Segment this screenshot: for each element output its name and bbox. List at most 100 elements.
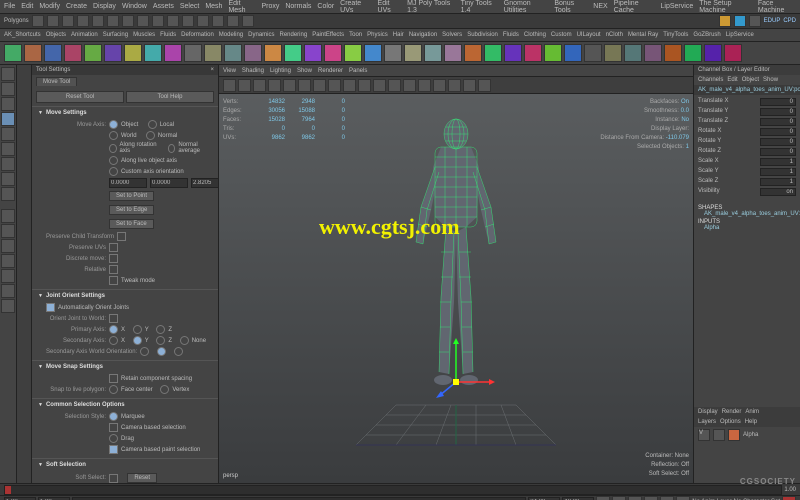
axis-custom-radio[interactable] xyxy=(109,167,118,176)
status-icon[interactable] xyxy=(122,15,134,27)
soft-reset-button[interactable]: Reset xyxy=(127,473,157,483)
paint-select-tool-icon[interactable] xyxy=(1,97,15,111)
menu-bonus[interactable]: Bonus Tools xyxy=(554,0,587,14)
shelf-icon[interactable] xyxy=(644,44,662,62)
shelf-tab[interactable]: UILayout xyxy=(577,32,601,38)
current-time-marker[interactable] xyxy=(5,486,11,494)
shelf-icon[interactable] xyxy=(604,44,622,62)
shelf-icon[interactable] xyxy=(584,44,602,62)
layout-four-icon[interactable] xyxy=(1,224,15,238)
shelf-tab[interactable]: Toon xyxy=(349,32,362,38)
menu-editmesh[interactable]: Edit Mesh xyxy=(228,0,255,14)
play-back-icon[interactable] xyxy=(628,496,642,500)
shelf-icon[interactable] xyxy=(484,44,502,62)
menu-tsm[interactable]: The Setup Machine xyxy=(699,0,752,14)
attr-label[interactable]: Translate Y xyxy=(698,108,728,116)
attr-value[interactable]: 1 xyxy=(760,158,796,166)
vp-tool-icon[interactable] xyxy=(388,79,401,92)
menu-display[interactable]: Display xyxy=(93,3,116,10)
shelf-tab[interactable]: Rendering xyxy=(280,32,308,38)
menu-pipeline[interactable]: Pipeline Cache xyxy=(614,0,655,14)
vp-menu-lighting[interactable]: Lighting xyxy=(270,68,291,74)
shelf-icon[interactable] xyxy=(504,44,522,62)
status-icon[interactable] xyxy=(107,15,119,27)
step-forward-icon[interactable] xyxy=(660,496,674,500)
attr-label[interactable]: Rotate Y xyxy=(698,138,721,146)
attr-label[interactable]: Scale Z xyxy=(698,178,718,186)
layout-script-icon[interactable] xyxy=(1,299,15,313)
pa-x-radio[interactable] xyxy=(109,325,118,334)
shelf-icon[interactable] xyxy=(204,44,222,62)
time-slider[interactable]: 1.00 xyxy=(0,483,800,495)
shelf-tab[interactable]: Animation xyxy=(71,32,98,38)
set-to-face-button[interactable]: Set to Face xyxy=(109,219,154,229)
shelf-icon[interactable] xyxy=(404,44,422,62)
vp-tool-icon[interactable] xyxy=(433,79,446,92)
vp-tool-icon[interactable] xyxy=(298,79,311,92)
set-to-point-button[interactable]: Set to Point xyxy=(109,191,154,201)
vp-menu-show[interactable]: Show xyxy=(297,68,312,74)
vp-menu-view[interactable]: View xyxy=(223,68,236,74)
soft-sel-header[interactable]: Soft Selection xyxy=(38,462,212,468)
layout-persp-uv-icon[interactable] xyxy=(1,284,15,298)
layer-tab-display[interactable]: Display xyxy=(698,409,718,415)
selected-object-name[interactable]: AK_male_v4_alpha_toes_anim_UV:polyS... xyxy=(694,85,800,95)
menu-proxy[interactable]: Proxy xyxy=(261,3,279,10)
autokey-icon[interactable] xyxy=(782,496,796,500)
menu-edituvs[interactable]: Edit UVs xyxy=(378,0,402,14)
set-to-edge-button[interactable]: Set to Edge xyxy=(109,205,154,215)
menu-edit[interactable]: Edit xyxy=(21,3,33,10)
sw-z-radio[interactable] xyxy=(174,347,183,356)
preserve-uvs-check[interactable] xyxy=(109,243,118,252)
shelf-tab[interactable]: Muscles xyxy=(133,32,155,38)
discrete-move-check[interactable] xyxy=(109,254,118,263)
layer-tab-anim[interactable]: Anim xyxy=(745,409,759,415)
play-forward-icon[interactable] xyxy=(644,496,658,500)
vp-tool-icon[interactable] xyxy=(463,79,476,92)
playback-end-input[interactable] xyxy=(528,497,560,500)
shelf-icon[interactable] xyxy=(244,44,262,62)
reset-tool-button[interactable]: Reset Tool xyxy=(36,91,124,103)
vp-tool-icon[interactable] xyxy=(358,79,371,92)
custom-y-input[interactable] xyxy=(150,178,188,188)
vp-tool-icon[interactable] xyxy=(223,79,236,92)
vp-tool-icon[interactable] xyxy=(478,79,491,92)
attr-label[interactable]: Rotate Z xyxy=(698,148,721,156)
status-icon[interactable] xyxy=(137,15,149,27)
status-icon[interactable] xyxy=(32,15,44,27)
shelf-tab[interactable]: Mental Ray xyxy=(628,32,658,38)
menu-assets[interactable]: Assets xyxy=(153,3,174,10)
layer-tab-render[interactable]: Render xyxy=(722,409,742,415)
shelf-icon[interactable] xyxy=(564,44,582,62)
shelf-icon[interactable] xyxy=(64,44,82,62)
shelf-icon[interactable] xyxy=(524,44,542,62)
layer-menu-layers[interactable]: Layers xyxy=(698,419,716,425)
attr-value[interactable]: 0 xyxy=(760,98,796,106)
manip-tool-icon[interactable] xyxy=(1,157,15,171)
shelf-tab[interactable]: Modeling xyxy=(219,32,243,38)
vp-tool-icon[interactable] xyxy=(418,79,431,92)
status-icon[interactable] xyxy=(77,15,89,27)
shelf-tab[interactable]: Deformation xyxy=(181,32,214,38)
menu-tinytools[interactable]: Tiny Tools 1.4 xyxy=(461,0,498,14)
shelf-tab[interactable]: Dynamics xyxy=(248,32,274,38)
menu-mjpoly[interactable]: MJ Poly Tools 1.3 xyxy=(407,0,454,14)
axis-object-radio[interactable] xyxy=(109,120,118,129)
status-icon[interactable] xyxy=(197,15,209,27)
preserve-child-check[interactable] xyxy=(117,232,126,241)
shelf-tab[interactable]: Custom xyxy=(551,32,572,38)
vp-tool-icon[interactable] xyxy=(403,79,416,92)
ipr-icon[interactable] xyxy=(734,15,746,27)
attr-label[interactable]: Scale Y xyxy=(698,168,719,176)
shelf-icon[interactable] xyxy=(4,44,22,62)
layout-persp-graph-icon[interactable] xyxy=(1,254,15,268)
shelf-icon[interactable] xyxy=(24,44,42,62)
vp-tool-icon[interactable] xyxy=(343,79,356,92)
vp-tool-icon[interactable] xyxy=(283,79,296,92)
shelf-icon[interactable] xyxy=(724,44,742,62)
axis-normal-radio[interactable] xyxy=(146,131,155,140)
cb-menu-show[interactable]: Show xyxy=(763,77,778,83)
shelf-tab[interactable]: LipService xyxy=(726,32,754,38)
menu-nex[interactable]: NEX xyxy=(593,3,607,10)
layer-menu-options[interactable]: Options xyxy=(720,419,741,425)
